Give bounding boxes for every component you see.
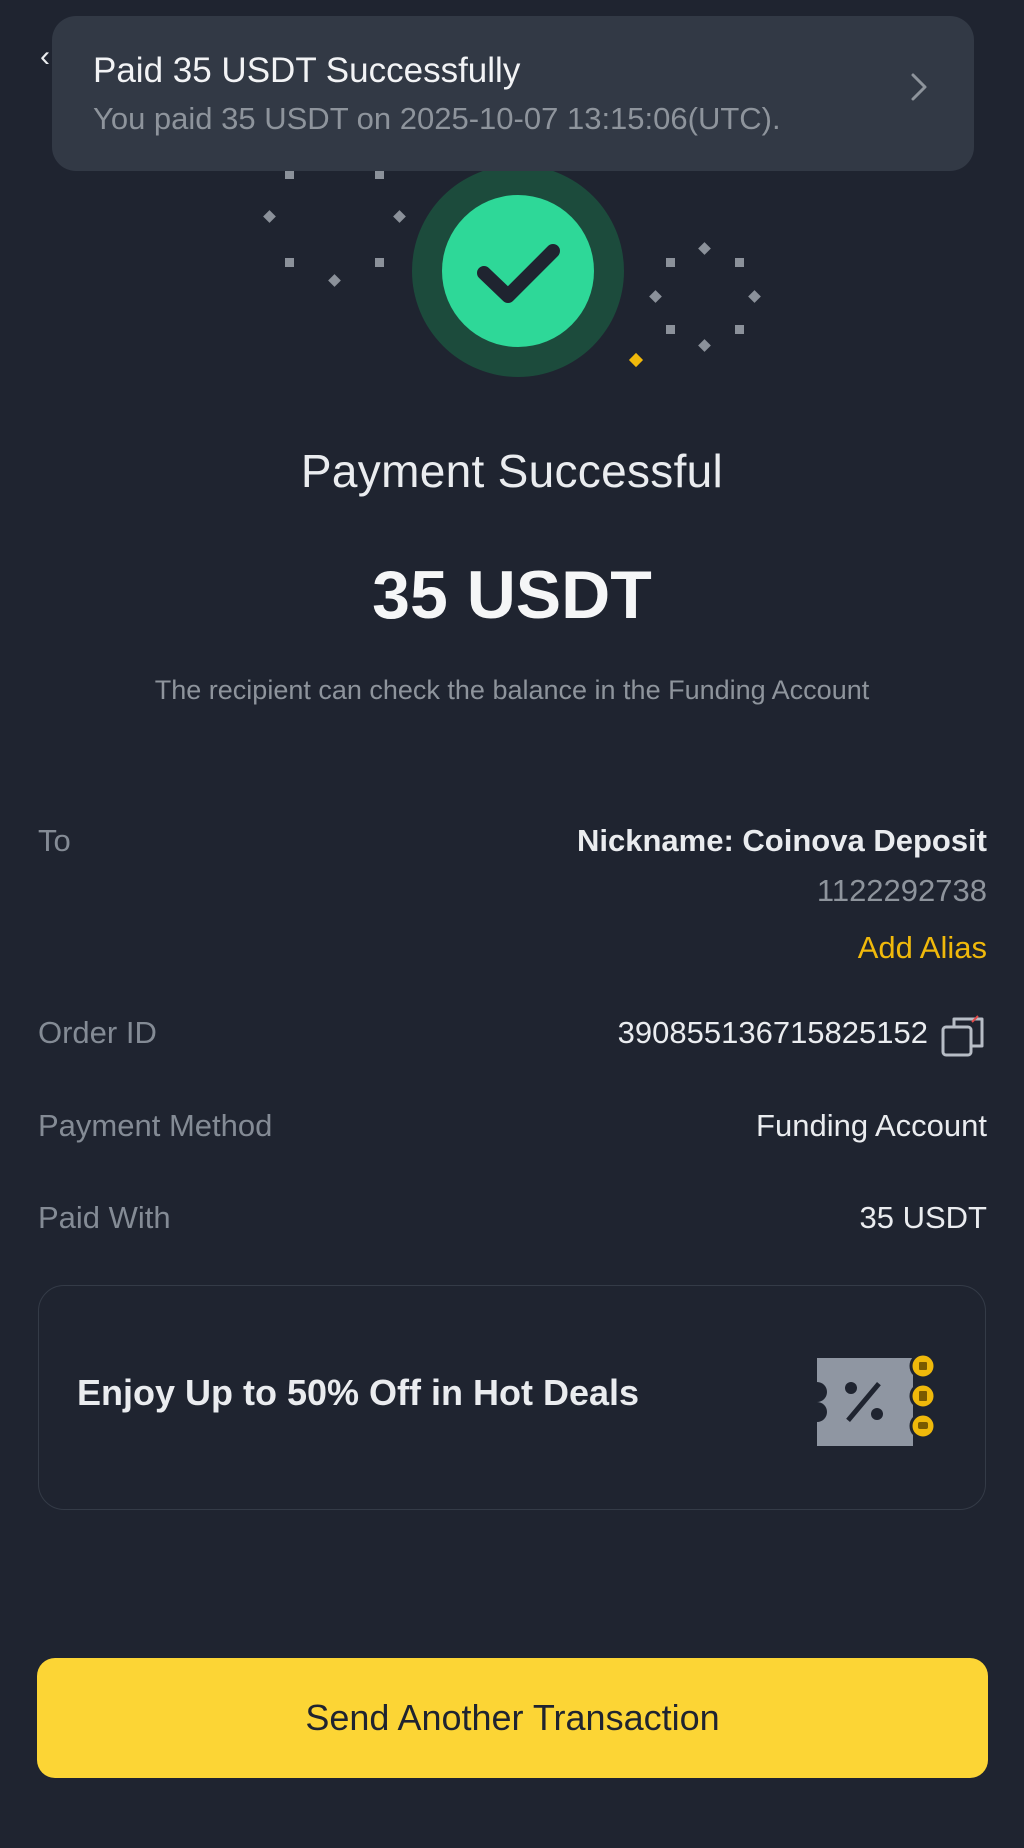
payment-amount: 35 USDT (372, 557, 652, 633)
order-id-label: Order ID (38, 1015, 157, 1050)
chevron-right-icon[interactable] (902, 70, 936, 104)
payment-method-label: Payment Method (38, 1108, 273, 1143)
toast-subtitle: You paid 35 USDT on 2025-10-07 13:15:06(… (93, 101, 781, 136)
recipient-id: 1122292738 (816, 873, 987, 908)
discount-coupon-icon (817, 1352, 937, 1446)
success-badge (412, 165, 624, 377)
recipient-note: The recipient can check the balance in t… (154, 675, 870, 705)
checkmark-icon (477, 244, 560, 303)
paid-with-value: 35 USDT (859, 1200, 987, 1235)
toast-title: Paid 35 USDT Successfully (93, 51, 521, 90)
send-another-transaction-button[interactable]: Send Another Transaction (37, 1658, 988, 1778)
order-id-value: 390855136715825152 (617, 1015, 928, 1050)
paid-with-label: Paid With (38, 1200, 171, 1235)
add-alias-link[interactable]: Add Alias (858, 930, 987, 966)
page-title: Payment Successful (300, 445, 724, 497)
to-label: To (38, 823, 71, 858)
payment-method-value: Funding Account (756, 1108, 987, 1143)
copy-icon[interactable] (940, 1013, 988, 1061)
promo-text: Enjoy Up to 50% Off in Hot Deals (77, 1372, 640, 1413)
hot-deals-banner[interactable]: Enjoy Up to 50% Off in Hot Deals (38, 1285, 986, 1510)
payment-toast[interactable]: Paid 35 USDT Successfully You paid 35 US… (52, 16, 974, 171)
recipient-nickname: Nickname: Coinova Deposit (577, 823, 987, 858)
